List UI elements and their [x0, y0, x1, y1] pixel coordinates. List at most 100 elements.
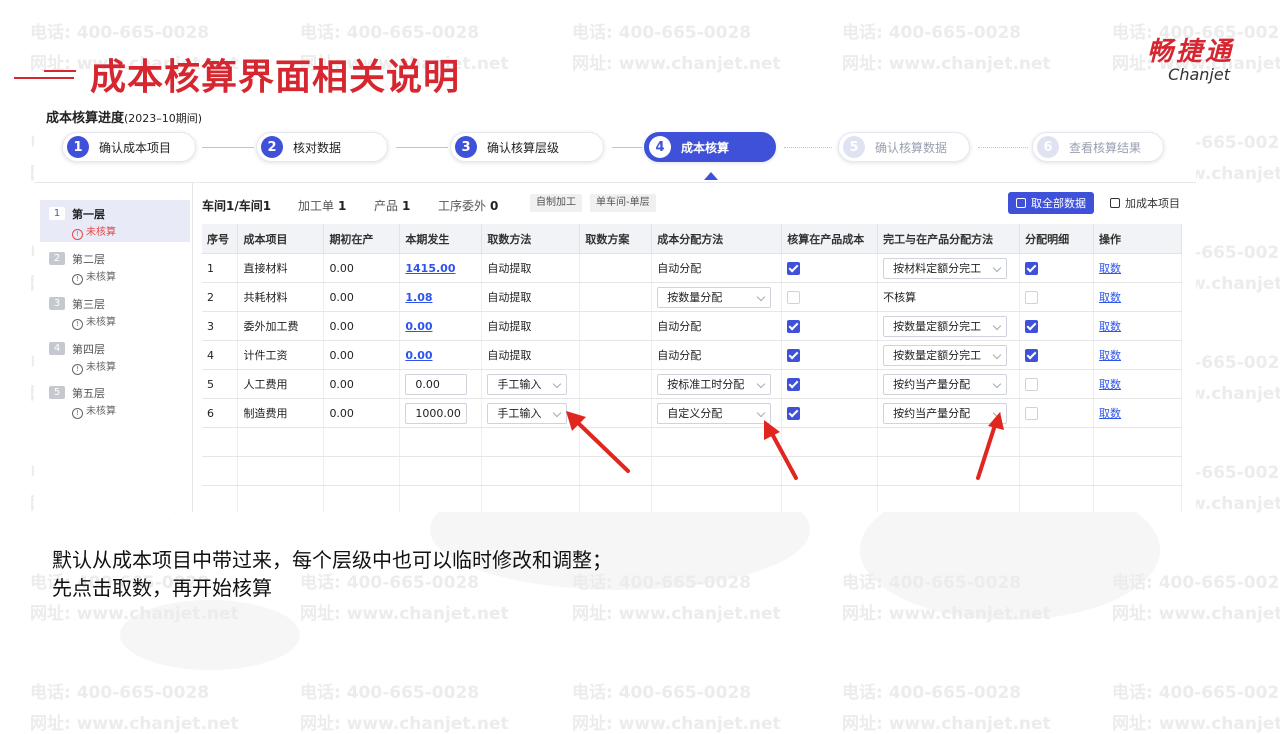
detail-cell: [1019, 311, 1095, 341]
layer-item-5[interactable]: 5 第五层 ! 未核算: [40, 379, 190, 421]
fetch-method: 自动提取: [481, 311, 581, 341]
detail-cell: [1019, 369, 1095, 399]
layer-item-4[interactable]: 4 第四层 ! 未核算: [40, 335, 190, 377]
fetch-scheme: [579, 253, 653, 283]
cost-item-name: 直接材料: [237, 253, 325, 283]
detail-checkbox[interactable]: [1025, 377, 1039, 391]
fetch-link[interactable]: 取数: [1099, 291, 1121, 304]
info-icon: !: [72, 364, 83, 375]
current-amount-link[interactable]: 0.00: [405, 349, 432, 362]
col-header: 成本项目: [237, 224, 325, 254]
calc-wip-cell: [781, 282, 879, 312]
fetch-method-select[interactable]: 手工输入: [487, 373, 568, 395]
detail-checkbox[interactable]: [1025, 261, 1039, 275]
fetch-all-data-button[interactable]: 取全部数据: [1008, 192, 1094, 214]
step-cost-calculation[interactable]: 4 成本核算: [644, 132, 776, 162]
wip-method: 不核算: [877, 282, 1021, 312]
row-index: 3: [202, 311, 239, 341]
chevron-down-icon: [553, 379, 562, 388]
current-amount-input[interactable]: 0.00: [405, 373, 468, 395]
step-number: 4: [649, 136, 671, 158]
tag-self-made: 自制加工: [530, 194, 582, 212]
watermark-phone: 电话: 400-665-0028: [1112, 683, 1280, 703]
calc-wip-checkbox[interactable]: [787, 348, 801, 362]
detail-cell: [1019, 253, 1095, 283]
detail-cell: [1019, 282, 1095, 312]
alloc-method-cell: 按标准工时分配: [651, 369, 783, 399]
step-confirm-calc-data[interactable]: 5 确认核算数据: [838, 132, 970, 162]
fetch-link[interactable]: 取数: [1099, 320, 1121, 333]
fetch-method: 自动提取: [481, 253, 581, 283]
col-header: 取数方法: [481, 224, 581, 254]
detail-checkbox[interactable]: [1025, 290, 1039, 304]
calc-wip-cell: [781, 369, 879, 399]
begin-wip-value: 0.00: [323, 369, 401, 399]
current-amount-link[interactable]: 1.08: [405, 291, 432, 304]
wip-method-select[interactable]: 按数量定额分完工: [883, 344, 1008, 366]
fetch-link[interactable]: 取数: [1099, 407, 1121, 420]
alloc-method-cell: 按数量分配: [651, 282, 783, 312]
begin-wip-value: 0.00: [323, 340, 401, 370]
slide-title: 成本核算界面相关说明: [90, 57, 461, 98]
progress-header: 成本核算进度(2023–10期间): [46, 107, 202, 126]
watermark-url: 网址: www.chanjet.net: [1112, 714, 1280, 734]
detail-checkbox[interactable]: [1025, 348, 1039, 362]
tag-single-workshop: 单车间-单层: [590, 194, 656, 212]
calc-wip-checkbox[interactable]: [787, 377, 801, 391]
alloc-method-select[interactable]: 按标准工时分配: [657, 373, 772, 395]
cost-item-name: 人工费用: [237, 369, 325, 399]
col-header: 分配明细: [1019, 224, 1095, 254]
layer-item-3[interactable]: 3 第三层 ! 未核算: [40, 290, 190, 332]
info-icon: !: [72, 274, 83, 285]
watermark-phone: 电话: 400-665-0028: [842, 573, 1022, 593]
layer-status: ! 未核算: [72, 313, 116, 330]
calc-wip-checkbox[interactable]: [787, 261, 801, 275]
detail-cell: [1019, 398, 1095, 428]
table-row: 5 人工费用 0.00 0.00 手工输入 按标准工时分配 按约当产量分配 取数: [202, 369, 1182, 399]
logo-en-text: Chanjet: [1168, 65, 1230, 84]
fetch-link[interactable]: 取数: [1099, 349, 1121, 362]
add-cost-item-button[interactable]: 加成本项目: [1110, 195, 1180, 211]
layer-number: 4: [49, 342, 65, 355]
step-check-data[interactable]: 2 核对数据: [256, 132, 388, 162]
col-header: 期初在产: [323, 224, 401, 254]
layer-item-1[interactable]: 1 第一层 ! 未核算: [40, 200, 190, 242]
current-amount-link[interactable]: 0.00: [405, 320, 432, 333]
step-confirm-cost-items[interactable]: 1 确认成本项目: [62, 132, 196, 162]
alloc-method-select[interactable]: 按数量分配: [657, 286, 772, 308]
current-amount-cell: 1.08: [399, 282, 483, 312]
calc-wip-checkbox[interactable]: [787, 319, 801, 333]
wip-method-cell: 按数量定额分完工: [877, 340, 1021, 370]
step-confirm-levels[interactable]: 3 确认核算层级: [450, 132, 604, 162]
watermark-url: 网址: www.chanjet.net: [572, 604, 781, 624]
title-decoration: [14, 77, 74, 79]
wip-method-select[interactable]: 按材料定额分完工: [883, 257, 1008, 279]
wip-method-select[interactable]: 按数量定额分完工: [883, 315, 1008, 337]
detail-checkbox[interactable]: [1025, 406, 1039, 420]
wip-method-select[interactable]: 按约当产量分配: [883, 373, 1008, 395]
fetch-scheme: [579, 311, 653, 341]
annotation-arrow: [566, 411, 630, 473]
alloc-method: 自动分配: [651, 311, 783, 341]
current-amount-link[interactable]: 1415.00: [405, 262, 455, 275]
fetch-method-select[interactable]: 手工输入: [487, 402, 568, 424]
step-connector: [202, 147, 254, 148]
step-view-results[interactable]: 6 查看核算结果: [1032, 132, 1164, 162]
step-number: 3: [455, 136, 477, 158]
layer-item-2[interactable]: 2 第二层 ! 未核算: [40, 245, 190, 287]
current-amount-input[interactable]: 1000.00: [405, 402, 468, 424]
step-connector: [612, 147, 642, 148]
table-row: 1 直接材料 0.00 1415.00 自动提取 自动分配 按材料定额分完工 取…: [202, 253, 1182, 283]
layer-status: ! 未核算: [72, 223, 116, 240]
alloc-method-select[interactable]: 自定义分配: [657, 402, 772, 424]
watermark-phone: 电话: 400-665-0028: [300, 23, 480, 43]
fetch-link[interactable]: 取数: [1099, 262, 1121, 275]
table-row-empty: [202, 456, 1182, 486]
calc-wip-cell: [781, 253, 879, 283]
step-label: 成本核算: [681, 140, 730, 155]
calc-wip-cell: [781, 311, 879, 341]
outsourced-count: 工序委外 0: [438, 199, 499, 213]
fetch-link[interactable]: 取数: [1099, 378, 1121, 391]
detail-checkbox[interactable]: [1025, 319, 1039, 333]
calc-wip-checkbox[interactable]: [787, 290, 801, 304]
